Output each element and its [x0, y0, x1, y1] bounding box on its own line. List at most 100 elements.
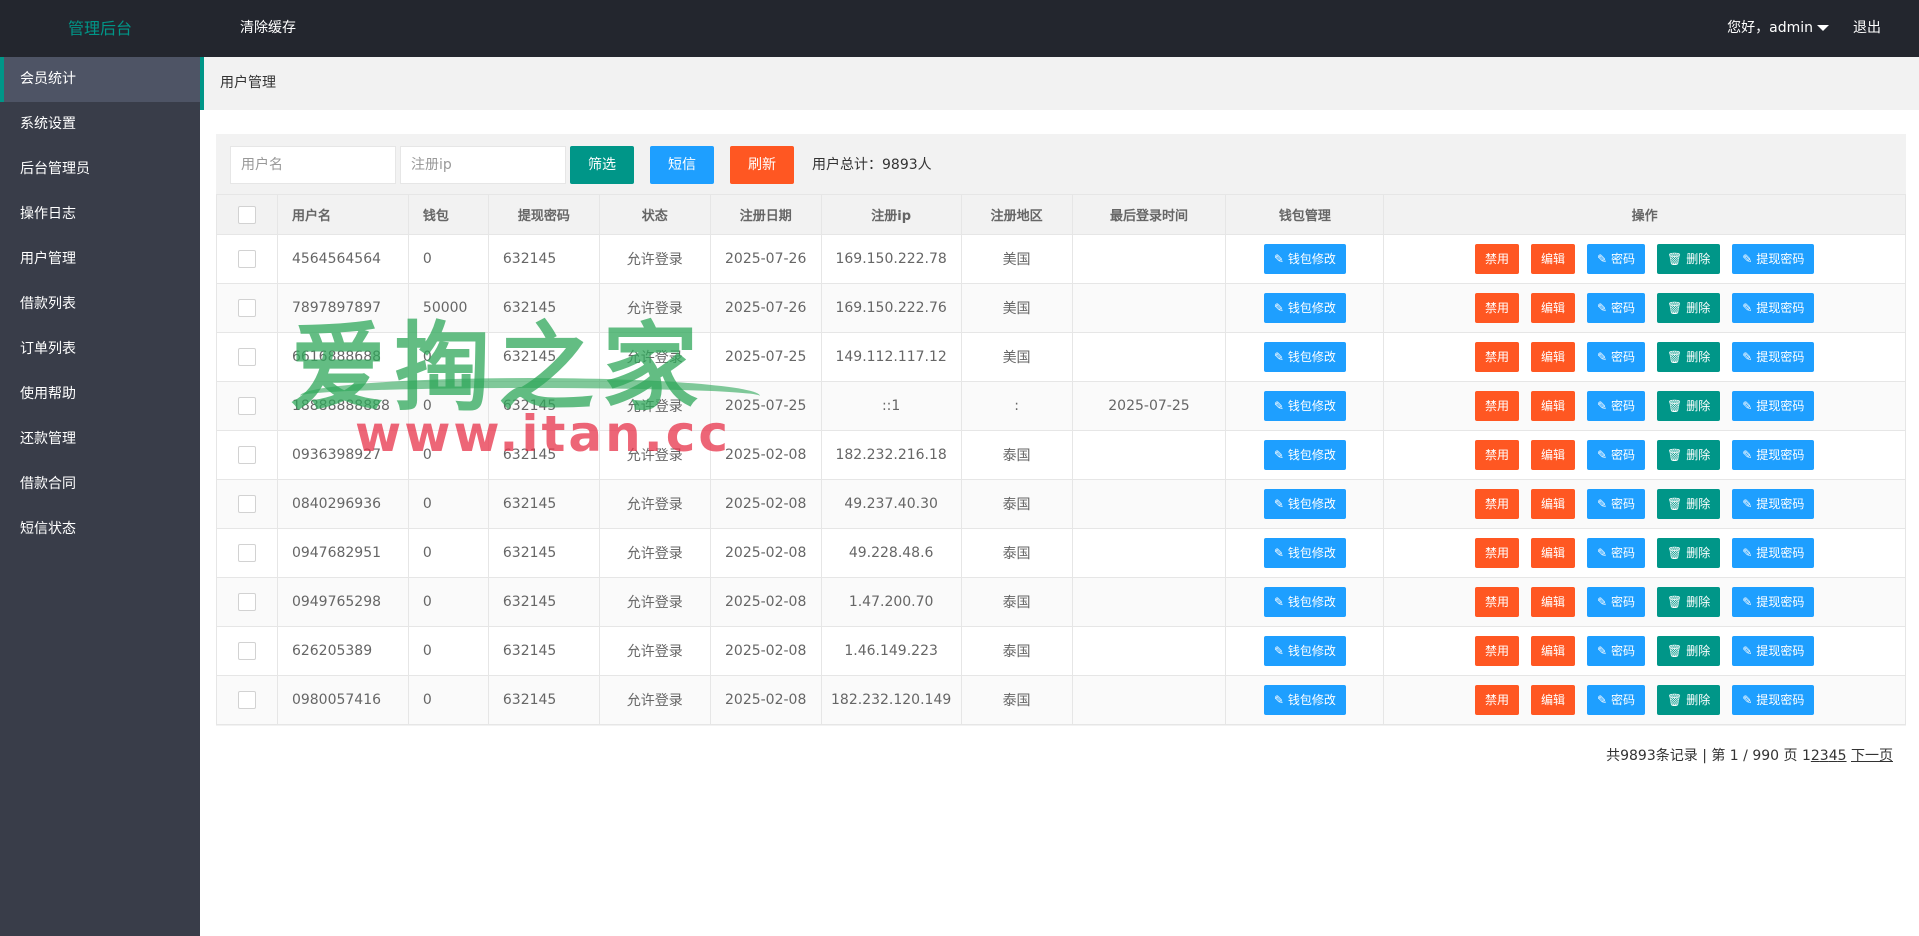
select-all-checkbox[interactable] — [237, 205, 256, 224]
delete-button[interactable]: 🗑 删除 — [1657, 440, 1721, 470]
col-header-withdraw-password[interactable]: 提现密码 — [487, 194, 600, 235]
delete-button[interactable]: 🗑 删除 — [1657, 685, 1721, 715]
refresh-button[interactable]: 刷新 — [730, 146, 794, 184]
wallet-edit-button[interactable]: ✎ 钱包修改 — [1263, 685, 1346, 715]
edit-button[interactable]: 编辑 — [1530, 685, 1575, 715]
edit-button[interactable]: 编辑 — [1530, 244, 1575, 274]
password-button[interactable]: ✎ 密码 — [1586, 440, 1646, 470]
password-button[interactable]: ✎ 密码 — [1586, 391, 1646, 421]
delete-button[interactable]: 🗑 删除 — [1657, 587, 1721, 617]
edit-button[interactable]: 编辑 — [1530, 391, 1575, 421]
page-link-2[interactable]: 2 — [1811, 748, 1820, 764]
username-search-input[interactable] — [230, 146, 396, 184]
clear-cache-link[interactable]: 清除缓存 — [240, 0, 296, 57]
sidebar-item-member-stats[interactable]: 会员统计 — [0, 57, 200, 102]
password-button[interactable]: ✎ 密码 — [1586, 636, 1646, 666]
wallet-edit-button[interactable]: ✎ 钱包修改 — [1263, 391, 1346, 421]
disable-button[interactable]: 禁用 — [1474, 489, 1519, 519]
disable-button[interactable]: 禁用 — [1474, 636, 1519, 666]
row-checkbox[interactable] — [237, 495, 256, 513]
edit-button[interactable]: 编辑 — [1530, 440, 1575, 470]
col-header-reg-ip[interactable]: 注册ip — [820, 194, 962, 235]
col-header-region[interactable]: 注册地区 — [960, 194, 1073, 235]
wallet-edit-button[interactable]: ✎ 钱包修改 — [1263, 489, 1346, 519]
wallet-edit-button[interactable]: ✎ 钱包修改 — [1263, 587, 1346, 617]
user-menu[interactable]: 您好，admin — [1727, 0, 1829, 57]
disable-button[interactable]: 禁用 — [1474, 342, 1519, 372]
delete-button[interactable]: 🗑 删除 — [1657, 342, 1721, 372]
col-header-last-login[interactable]: 最后登录时间 — [1071, 194, 1227, 235]
wallet-edit-button[interactable]: ✎ 钱包修改 — [1263, 440, 1346, 470]
delete-button[interactable]: 🗑 删除 — [1657, 636, 1721, 666]
delete-button[interactable]: 🗑 删除 — [1657, 538, 1721, 568]
password-button[interactable]: ✎ 密码 — [1586, 685, 1646, 715]
app-logo[interactable]: 管理后台 — [0, 0, 200, 57]
withdraw-password-button[interactable]: ✎ 提现密码 — [1732, 538, 1815, 568]
row-checkbox[interactable] — [237, 299, 256, 317]
page-link-3[interactable]: 3 — [1820, 748, 1829, 764]
disable-button[interactable]: 禁用 — [1474, 244, 1519, 274]
password-button[interactable]: ✎ 密码 — [1586, 342, 1646, 372]
edit-button[interactable]: 编辑 — [1530, 293, 1575, 323]
password-button[interactable]: ✎ 密码 — [1586, 587, 1646, 617]
wallet-edit-button[interactable]: ✎ 钱包修改 — [1263, 636, 1346, 666]
withdraw-password-button[interactable]: ✎ 提现密码 — [1732, 587, 1815, 617]
wallet-edit-button[interactable]: ✎ 钱包修改 — [1263, 342, 1346, 372]
row-checkbox[interactable] — [237, 593, 256, 611]
disable-button[interactable]: 禁用 — [1474, 440, 1519, 470]
disable-button[interactable]: 禁用 — [1474, 293, 1519, 323]
wallet-edit-button[interactable]: ✎ 钱包修改 — [1263, 538, 1346, 568]
edit-button[interactable]: 编辑 — [1530, 636, 1575, 666]
page-link-5[interactable]: 5 — [1838, 748, 1847, 764]
withdraw-password-button[interactable]: ✎ 提现密码 — [1732, 342, 1815, 372]
withdraw-password-button[interactable]: ✎ 提现密码 — [1732, 489, 1815, 519]
delete-button[interactable]: 🗑 删除 — [1657, 489, 1721, 519]
sidebar-item-system-settings[interactable]: 系统设置 — [0, 102, 200, 147]
sidebar-item-loan-list[interactable]: 借款列表 — [0, 282, 200, 327]
withdraw-password-button[interactable]: ✎ 提现密码 — [1732, 440, 1815, 470]
delete-button[interactable]: 🗑 删除 — [1657, 293, 1721, 323]
disable-button[interactable]: 禁用 — [1474, 391, 1519, 421]
disable-button[interactable]: 禁用 — [1474, 685, 1519, 715]
withdraw-password-button[interactable]: ✎ 提现密码 — [1732, 685, 1815, 715]
row-checkbox[interactable] — [237, 691, 256, 709]
password-button[interactable]: ✎ 密码 — [1586, 293, 1646, 323]
col-header-wallet[interactable]: 钱包 — [407, 194, 489, 235]
wallet-edit-button[interactable]: ✎ 钱包修改 — [1263, 293, 1346, 323]
password-button[interactable]: ✎ 密码 — [1586, 538, 1646, 568]
col-header-status[interactable]: 状态 — [598, 194, 711, 235]
sidebar-item-order-list[interactable]: 订单列表 — [0, 327, 200, 372]
sidebar-item-sms-status[interactable]: 短信状态 — [0, 507, 200, 552]
sms-button[interactable]: 短信 — [650, 146, 714, 184]
reg-ip-search-input[interactable] — [400, 146, 566, 184]
logout-link[interactable]: 退出 — [1853, 0, 1881, 57]
next-page-link[interactable]: 下一页 — [1851, 748, 1893, 764]
password-button[interactable]: ✎ 密码 — [1586, 244, 1646, 274]
sidebar-item-loan-contract[interactable]: 借款合同 — [0, 462, 200, 507]
sidebar-item-help[interactable]: 使用帮助 — [0, 372, 200, 417]
row-checkbox[interactable] — [237, 397, 256, 415]
withdraw-password-button[interactable]: ✎ 提现密码 — [1732, 244, 1815, 274]
edit-button[interactable]: 编辑 — [1530, 538, 1575, 568]
edit-button[interactable]: 编辑 — [1530, 342, 1575, 372]
sidebar-item-admins[interactable]: 后台管理员 — [0, 147, 200, 192]
delete-button[interactable]: 🗑 删除 — [1657, 391, 1721, 421]
withdraw-password-button[interactable]: ✎ 提现密码 — [1732, 636, 1815, 666]
withdraw-password-button[interactable]: ✎ 提现密码 — [1732, 391, 1815, 421]
row-checkbox[interactable] — [237, 642, 256, 660]
edit-button[interactable]: 编辑 — [1530, 587, 1575, 617]
disable-button[interactable]: 禁用 — [1474, 538, 1519, 568]
row-checkbox[interactable] — [237, 348, 256, 366]
page-link-4[interactable]: 4 — [1829, 748, 1838, 764]
delete-button[interactable]: 🗑 删除 — [1657, 244, 1721, 274]
wallet-edit-button[interactable]: ✎ 钱包修改 — [1263, 244, 1346, 274]
withdraw-password-button[interactable]: ✎ 提现密码 — [1732, 293, 1815, 323]
disable-button[interactable]: 禁用 — [1474, 587, 1519, 617]
col-header-username[interactable]: 用户名 — [276, 194, 409, 235]
edit-button[interactable]: 编辑 — [1530, 489, 1575, 519]
password-button[interactable]: ✎ 密码 — [1586, 489, 1646, 519]
sidebar-item-user-management[interactable]: 用户管理 — [0, 237, 200, 282]
sidebar-item-repayment[interactable]: 还款管理 — [0, 417, 200, 462]
row-checkbox[interactable] — [237, 446, 256, 464]
filter-button[interactable]: 筛选 — [570, 146, 634, 184]
